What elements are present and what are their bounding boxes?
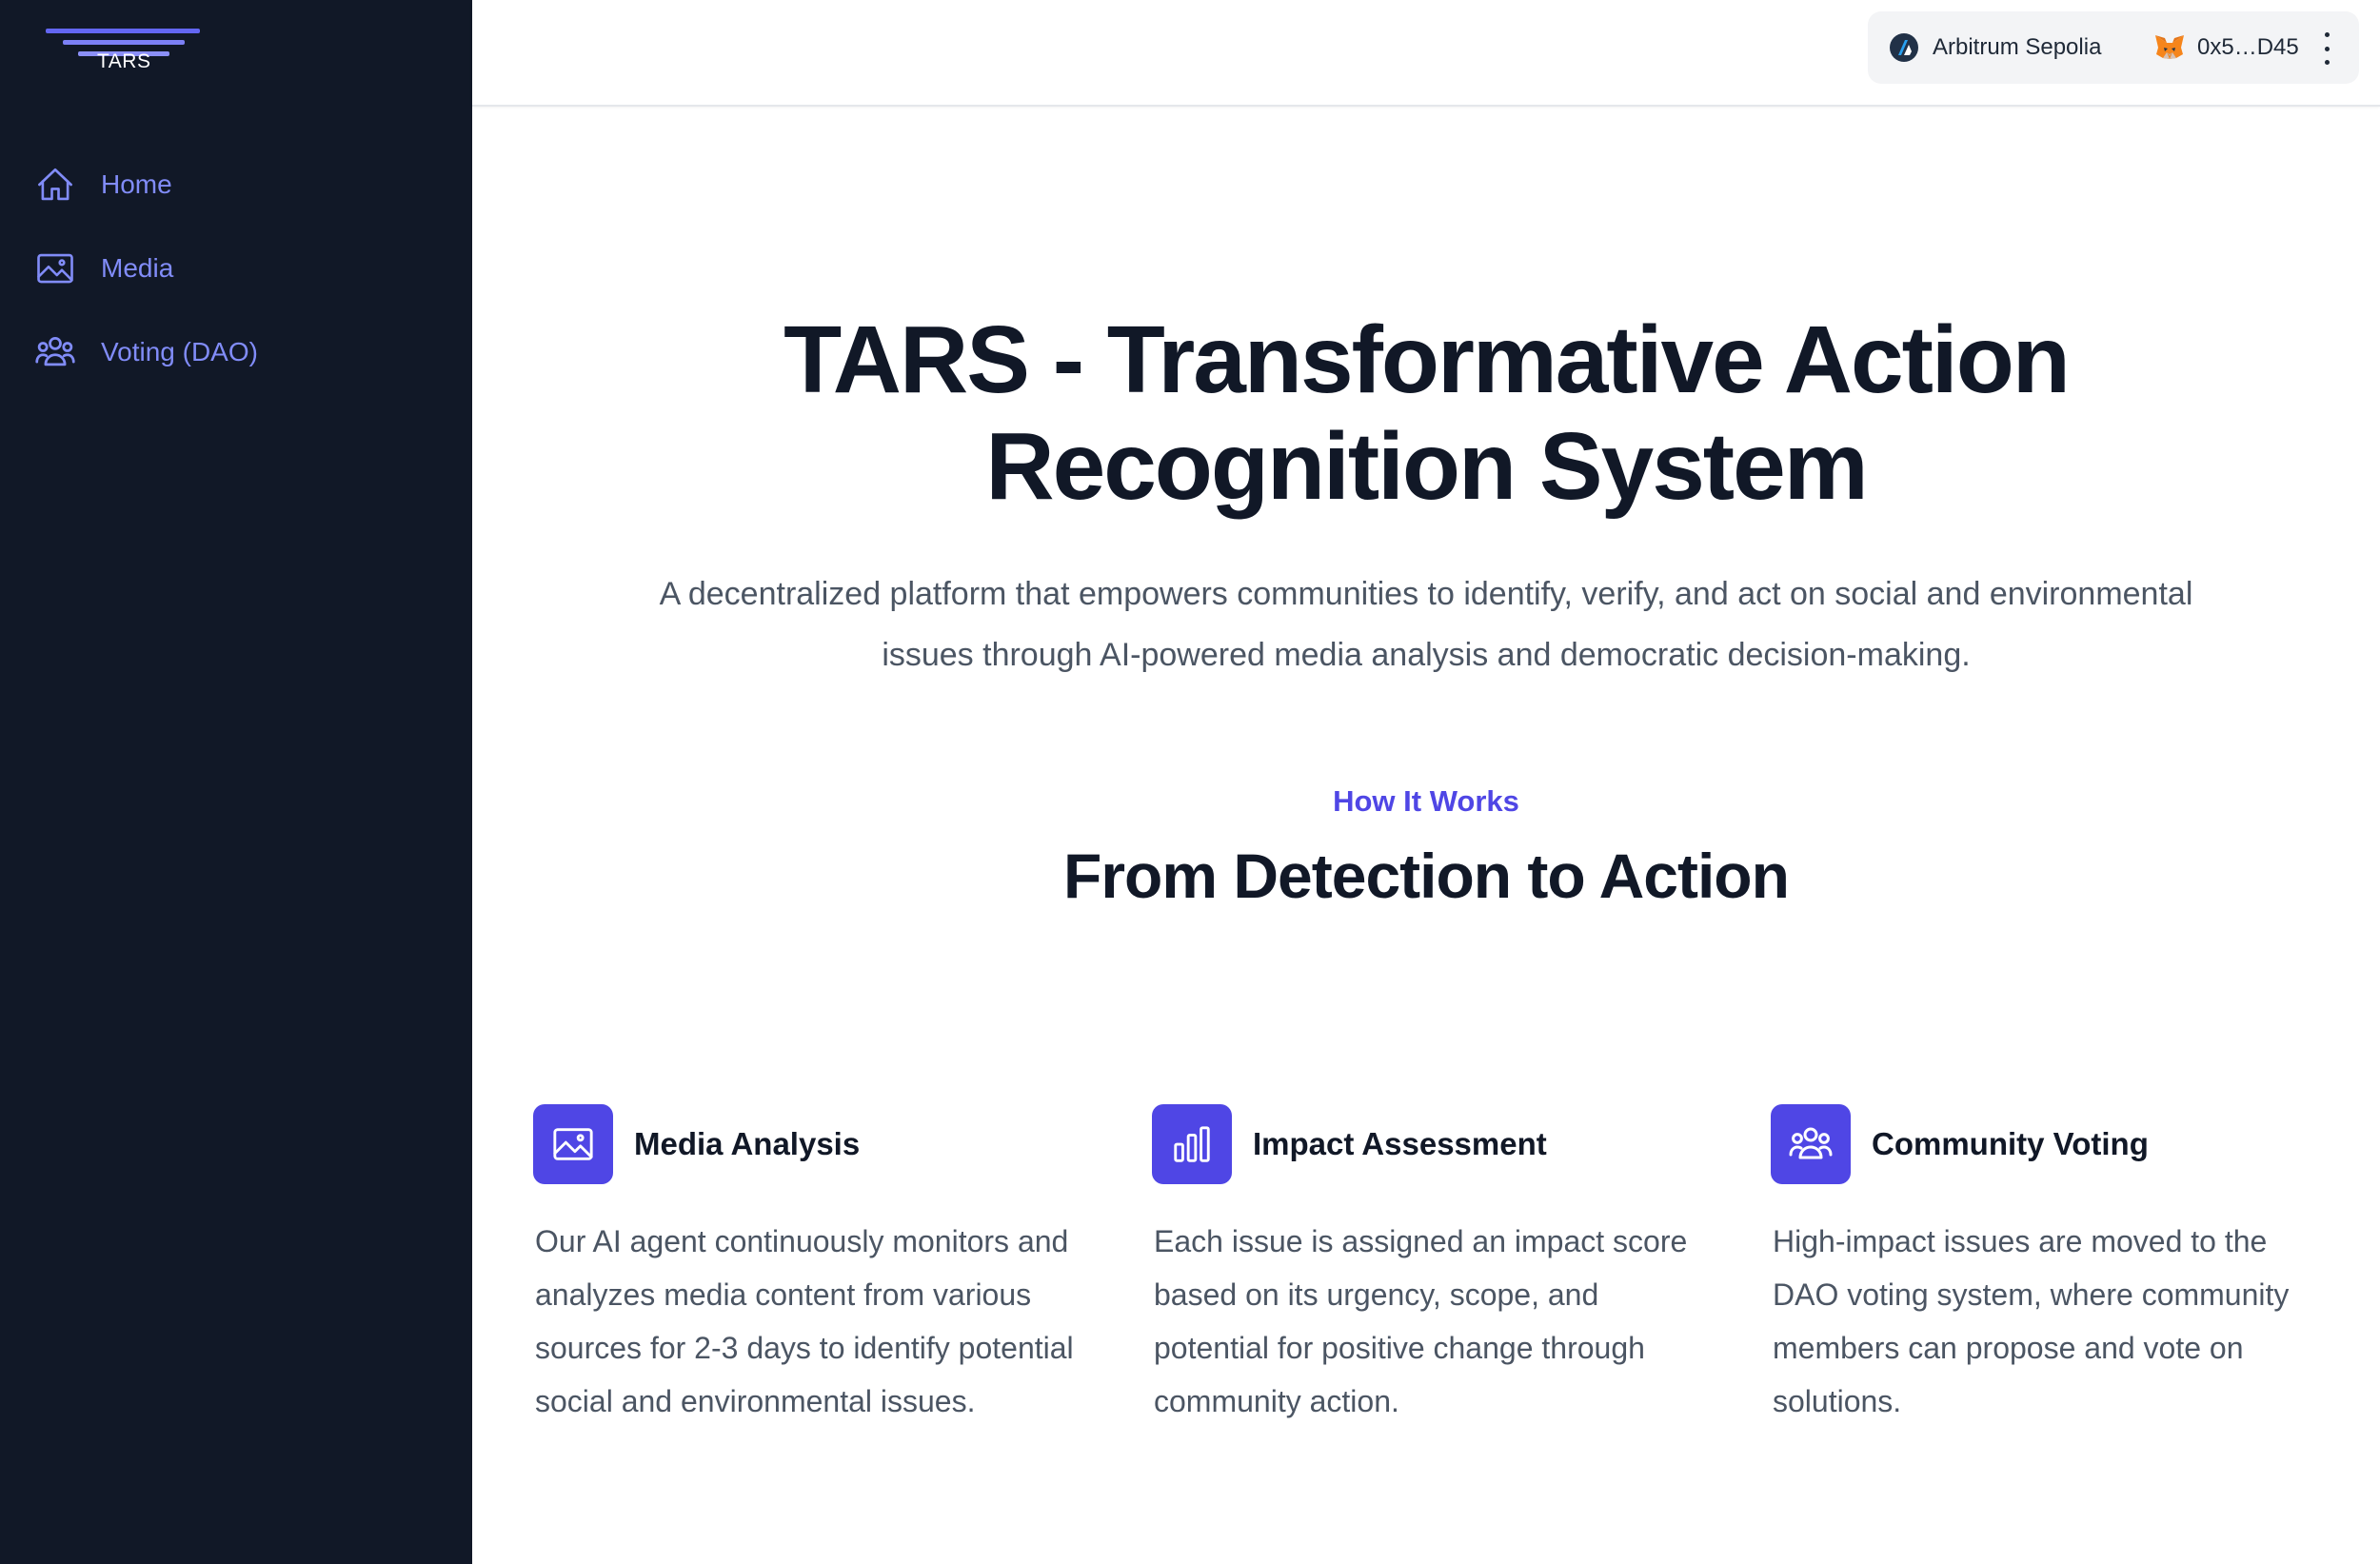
sidebar: TARS Home Media Voting (DAO) bbox=[0, 0, 472, 1564]
kebab-dot bbox=[2324, 32, 2330, 37]
hero-title-line1: TARS - Transformative Action bbox=[783, 307, 2071, 413]
account-button[interactable]: 0x5…D45 bbox=[2153, 11, 2299, 84]
sidebar-item-label: Voting (DAO) bbox=[101, 337, 258, 366]
sidebar-item-home[interactable]: Home bbox=[0, 157, 472, 212]
tars-logo[interactable]: TARS bbox=[46, 26, 202, 79]
hero-title-line2: Recognition System bbox=[985, 413, 1868, 520]
image-icon bbox=[34, 247, 76, 289]
hero-subtitle: A decentralized platform that empowers c… bbox=[596, 564, 2256, 685]
logo-stripe bbox=[46, 29, 200, 33]
feature-header: Community Voting bbox=[1771, 1104, 2342, 1184]
network-name: Arbitrum Sepolia bbox=[1933, 34, 2102, 60]
home-icon bbox=[34, 164, 76, 206]
logo-text: TARS bbox=[97, 50, 151, 72]
logo-stripe bbox=[63, 40, 185, 45]
users-icon bbox=[34, 331, 76, 373]
kebab-dot bbox=[2324, 60, 2330, 65]
account-address: 0x5…D45 bbox=[2197, 34, 2299, 60]
feature-header: Media Analysis bbox=[533, 1104, 1104, 1184]
users-icon bbox=[1771, 1104, 1851, 1184]
section-eyebrow: How It Works bbox=[1333, 784, 1519, 818]
metamask-fox-icon bbox=[2153, 33, 2186, 62]
feature-title: Media Analysis bbox=[634, 1126, 861, 1161]
feature-title: Impact Assessment bbox=[1253, 1126, 1547, 1161]
main-content: TARS - Transformative Action Recognition… bbox=[472, 107, 2380, 1564]
sidebar-item-label: Media bbox=[101, 253, 174, 283]
more-vertical-icon[interactable] bbox=[2319, 32, 2334, 65]
feature-card-impact-assessment: Impact Assessment Each issue is assigned… bbox=[1152, 1104, 1723, 1458]
wallet-widget: Arbitrum Sepolia 0x5…D45 bbox=[1868, 11, 2359, 84]
sidebar-item-label: Home bbox=[101, 169, 172, 199]
arbitrum-logo-icon bbox=[1889, 32, 1919, 63]
feature-title: Community Voting bbox=[1872, 1126, 2149, 1161]
sidebar-nav: Home Media Voting (DAO) bbox=[0, 157, 472, 408]
feature-description: Each issue is assigned an impact score b… bbox=[1154, 1224, 1688, 1418]
kebab-dot bbox=[2324, 46, 2330, 51]
image-icon bbox=[533, 1104, 613, 1184]
sidebar-item-voting[interactable]: Voting (DAO) bbox=[0, 325, 472, 380]
feature-card-media-analysis: Media Analysis Our AI agent continuously… bbox=[533, 1104, 1104, 1458]
feature-header: Impact Assessment bbox=[1152, 1104, 1723, 1184]
feature-description: Our AI agent continuously monitors and a… bbox=[535, 1224, 1074, 1418]
bar-chart-icon bbox=[1152, 1104, 1232, 1184]
feature-description: High-impact issues are moved to the DAO … bbox=[1773, 1224, 2290, 1418]
hero-subtitle-line1: A decentralized platform that empowers c… bbox=[659, 576, 2193, 612]
feature-card-community-voting: Community Voting High-impact issues are … bbox=[1771, 1104, 2342, 1458]
hero-title: TARS - Transformative Action Recognition… bbox=[472, 307, 2380, 520]
section-title: From Detection to Action bbox=[1063, 841, 1790, 911]
network-selector[interactable]: Arbitrum Sepolia bbox=[1889, 11, 2101, 84]
sidebar-item-media[interactable]: Media bbox=[0, 241, 472, 296]
top-bar: Arbitrum Sepolia 0x5…D45 bbox=[472, 0, 2380, 107]
hero-subtitle-line2: issues through AI-powered media analysis… bbox=[882, 637, 1971, 673]
